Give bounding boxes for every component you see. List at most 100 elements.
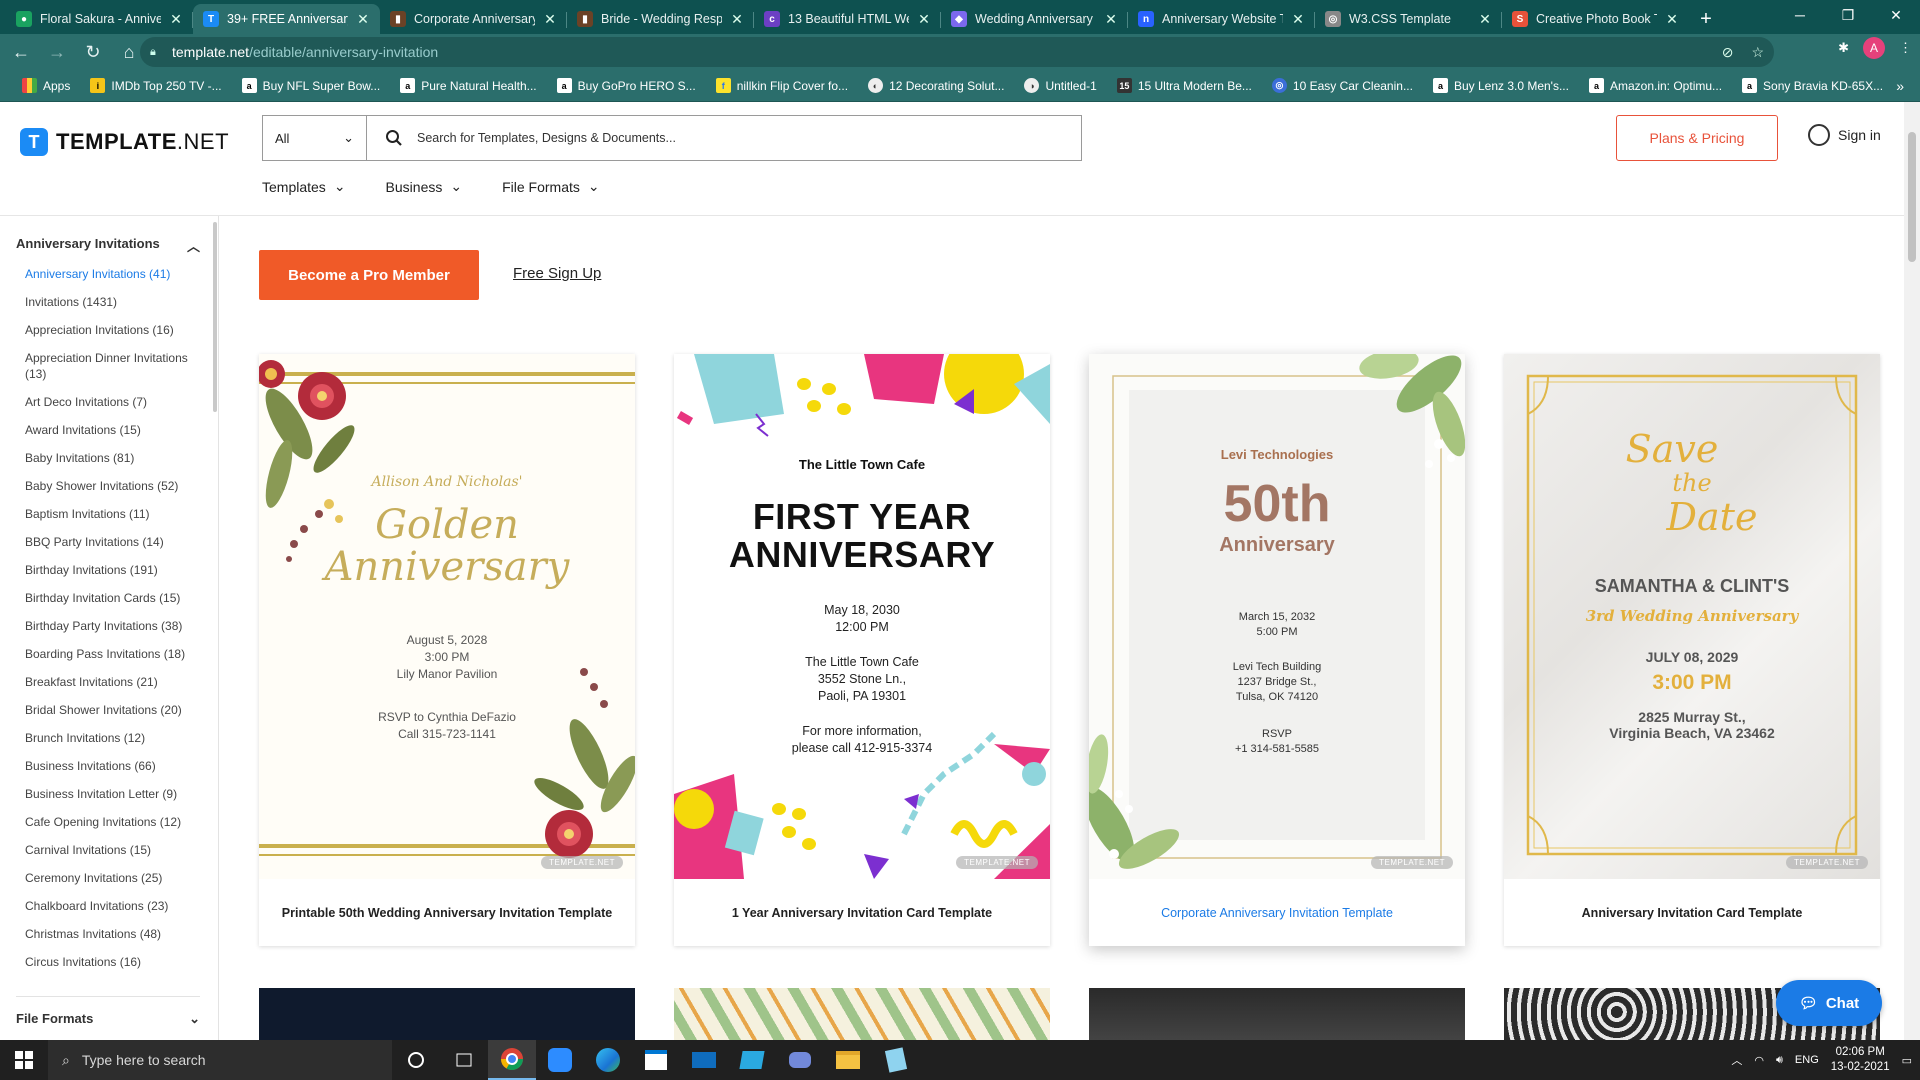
- template-card-peek[interactable]: [259, 988, 635, 1040]
- profile-avatar[interactable]: A: [1863, 37, 1885, 59]
- browser-tab[interactable]: ◎ W3.CSS Template ✕: [1315, 4, 1502, 34]
- template-title[interactable]: 1 Year Anniversary Invitation Card Templ…: [674, 879, 1050, 946]
- close-window-icon[interactable]: ✕: [1872, 0, 1920, 30]
- template-card[interactable]: Levi Technologies 50th Anniversary March…: [1089, 354, 1465, 946]
- become-pro-button[interactable]: Become a Pro Member: [259, 250, 479, 300]
- close-tab-icon[interactable]: ✕: [1104, 11, 1118, 28]
- sidebar-item[interactable]: Baptism Invitations (11): [25, 506, 205, 522]
- nav-file-formats[interactable]: File Formats ⌄: [502, 178, 600, 195]
- plans-pricing-button[interactable]: Plans & Pricing: [1616, 115, 1778, 161]
- template-thumbnail[interactable]: Save the Date SAMANTHA & CLINT'S 3rd Wed…: [1504, 354, 1880, 879]
- chrome-taskbar-icon[interactable]: [488, 1040, 536, 1080]
- search-input[interactable]: [417, 131, 1017, 145]
- sidebar-item[interactable]: Business Invitations (66): [25, 758, 205, 774]
- volume-icon[interactable]: 🔊︎: [1776, 1054, 1783, 1067]
- bookmark-item[interactable]: a Buy GoPro HERO S...: [547, 78, 706, 93]
- template-thumbnail[interactable]: Levi Technologies 50th Anniversary March…: [1089, 354, 1465, 879]
- bookmark-item[interactable]: a Pure Natural Health...: [390, 78, 546, 93]
- browser-tab[interactable]: ▮ Corporate Anniversary ✕: [380, 4, 567, 34]
- nav-business[interactable]: Business ⌄: [386, 178, 463, 195]
- bookmark-item[interactable]: a Buy Lenz 3.0 Men's...: [1423, 78, 1579, 93]
- sidebar-item[interactable]: Invitations (1431): [25, 294, 205, 310]
- close-tab-icon[interactable]: ✕: [917, 11, 931, 28]
- zoom-icon[interactable]: [536, 1040, 584, 1080]
- discord-icon[interactable]: [776, 1040, 824, 1080]
- template-card-peek[interactable]: [1089, 988, 1465, 1040]
- sidebar-item[interactable]: Circus Invitations (16): [25, 954, 205, 970]
- close-tab-icon[interactable]: ✕: [730, 11, 744, 28]
- nav-templates[interactable]: Templates ⌄: [262, 178, 346, 195]
- template-thumbnail[interactable]: Allison And Nicholas' Golden Anniversary…: [259, 354, 635, 879]
- forward-arrow-icon[interactable]: →: [42, 37, 72, 67]
- bookmark-apps[interactable]: Apps: [12, 78, 80, 93]
- template-thumbnail[interactable]: The Little Town Cafe FIRST YEAR ANNIVERS…: [674, 354, 1050, 879]
- sidebar-item[interactable]: BBQ Party Invitations (14): [25, 534, 205, 550]
- file-explorer-icon[interactable]: [824, 1040, 872, 1080]
- browser-tab[interactable]: c 13 Beautiful HTML Wed ✕: [754, 4, 941, 34]
- sidebar-item[interactable]: Birthday Party Invitations (38): [25, 618, 205, 634]
- close-tab-icon[interactable]: ✕: [1665, 11, 1679, 28]
- sidebar-item[interactable]: Carnival Invitations (15): [25, 842, 205, 858]
- taskbar-search[interactable]: ⌕ Type here to search: [48, 1040, 392, 1080]
- browser-tab[interactable]: S Creative Photo Book Te ✕: [1502, 4, 1689, 34]
- task-view-icon[interactable]: [440, 1040, 488, 1080]
- sidebar-item[interactable]: Anniversary Invitations (41): [25, 266, 205, 282]
- bookmark-item[interactable]: ◎ 10 Easy Car Cleanin...: [1262, 78, 1423, 93]
- minimize-icon[interactable]: ─: [1776, 0, 1824, 30]
- language-indicator[interactable]: ENG: [1795, 1054, 1819, 1066]
- bookmark-star-icon[interactable]: ☆: [1751, 44, 1764, 61]
- sidebar-item[interactable]: Breakfast Invitations (21): [25, 674, 205, 690]
- address-bar[interactable]: 🔒︎ template.net/editable/anniversary-inv…: [140, 37, 1774, 67]
- bookmark-item[interactable]: i IMDb Top 250 TV -...: [80, 78, 231, 93]
- photos-app-icon[interactable]: [728, 1040, 776, 1080]
- page-scrollbar[interactable]: [1904, 102, 1920, 1040]
- notifications-icon[interactable]: ▭: [1902, 1054, 1912, 1067]
- browser-tab[interactable]: n Anniversary Website Te ✕: [1128, 4, 1315, 34]
- back-arrow-icon[interactable]: ←: [6, 37, 36, 67]
- template-net-logo[interactable]: T TEMPLATE.NET: [20, 128, 229, 156]
- sidebar-item[interactable]: Birthday Invitation Cards (15): [25, 590, 205, 606]
- sidebar-item[interactable]: Christmas Invitations (48): [25, 926, 205, 942]
- chat-button[interactable]: 💬︎ Chat: [1776, 980, 1882, 1026]
- bookmark-item[interactable]: 15 15 Ultra Modern Be...: [1107, 78, 1262, 93]
- sidebar-item[interactable]: Award Invitations (15): [25, 422, 205, 438]
- close-tab-icon[interactable]: ✕: [1478, 11, 1492, 28]
- sidebar-item[interactable]: Appreciation Invitations (16): [25, 322, 205, 338]
- sidebar-item[interactable]: Ceremony Invitations (25): [25, 870, 205, 886]
- wifi-icon[interactable]: ◠: [1754, 1054, 1764, 1067]
- browser-tab[interactable]: ▮ Bride - Wedding Respo ✕: [567, 4, 754, 34]
- close-tab-icon[interactable]: ✕: [1291, 11, 1305, 28]
- template-card[interactable]: The Little Town Cafe FIRST YEAR ANNIVERS…: [674, 354, 1050, 946]
- bookmarks-more-icon[interactable]: »: [1896, 78, 1904, 94]
- new-tab-button[interactable]: +: [1689, 4, 1723, 34]
- sidebar-item[interactable]: Art Deco Invitations (7): [25, 394, 205, 410]
- template-title[interactable]: Anniversary Invitation Card Template: [1504, 879, 1880, 946]
- cortana-icon[interactable]: [392, 1040, 440, 1080]
- bookmark-item[interactable]: f nillkin Flip Cover fo...: [706, 78, 858, 93]
- windows-start-icon[interactable]: [0, 1040, 48, 1080]
- sidebar-scrollbar[interactable]: [213, 222, 217, 412]
- template-card[interactable]: Save the Date SAMANTHA & CLINT'S 3rd Wed…: [1504, 354, 1880, 946]
- sidebar-item[interactable]: Business Invitation Letter (9): [25, 786, 205, 802]
- browser-tab[interactable]: ◆ Wedding Anniversary V ✕: [941, 4, 1128, 34]
- close-tab-icon[interactable]: ✕: [356, 11, 370, 28]
- bookmark-item[interactable]: a Buy NFL Super Bow...: [232, 78, 391, 93]
- sidebar-item[interactable]: Cafe Opening Invitations (12): [25, 814, 205, 830]
- sidebar-item[interactable]: Birthday Invitations (191): [25, 562, 205, 578]
- browser-tab-active[interactable]: T 39+ FREE Anniversary I ✕: [193, 4, 380, 34]
- sidebar-item[interactable]: Bridal Shower Invitations (20): [25, 702, 205, 718]
- close-tab-icon[interactable]: ✕: [543, 11, 557, 28]
- mail-icon[interactable]: [680, 1040, 728, 1080]
- template-card[interactable]: Allison And Nicholas' Golden Anniversary…: [259, 354, 635, 946]
- free-sign-up-link[interactable]: Free Sign Up: [513, 265, 601, 282]
- extensions-puzzle-icon[interactable]: ✱: [1838, 40, 1849, 56]
- restore-icon[interactable]: ❐: [1824, 0, 1872, 30]
- template-title[interactable]: Corporate Anniversary Invitation Templat…: [1089, 879, 1465, 946]
- sidebar-item[interactable]: Boarding Pass Invitations (18): [25, 646, 205, 662]
- notepad-icon[interactable]: [872, 1040, 920, 1080]
- bookmark-item[interactable]: ◐ 12 Decorating Solut...: [858, 78, 1014, 93]
- close-tab-icon[interactable]: ✕: [169, 11, 183, 28]
- browser-tab[interactable]: ● Floral Sakura - Annivers ✕: [6, 4, 193, 34]
- clock[interactable]: 02:06 PM 13-02-2021: [1831, 1045, 1890, 1075]
- tracking-blocked-icon[interactable]: ⊘: [1722, 44, 1734, 61]
